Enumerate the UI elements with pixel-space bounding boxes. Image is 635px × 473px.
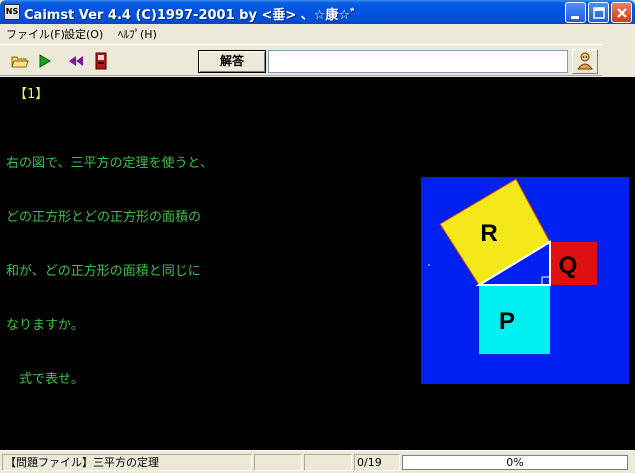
question-line: 和が、どの正方形の面積と同じに (6, 264, 201, 279)
hint-person-icon (577, 52, 593, 70)
label-q: Q (559, 252, 578, 279)
play-icon[interactable] (35, 51, 55, 71)
close-button[interactable] (611, 2, 632, 23)
maximize-button[interactable] (588, 2, 609, 23)
open-folder-icon[interactable] (10, 51, 30, 71)
progress-text: 0% (506, 456, 524, 469)
question-text: 右の図で、三平方の定理を使うと、 どの正方形とどの正方形の面積の 和が、どの正方… (6, 119, 276, 425)
menu-help[interactable]: ﾍﾙﾌﾟ(H) (118, 26, 157, 42)
status-empty-2 (304, 454, 352, 471)
question-line: 右の図で、三平方の定理を使うと、 (6, 156, 213, 171)
answer-input[interactable] (268, 50, 568, 73)
answer-button[interactable]: 解答 (198, 50, 266, 73)
status-file: 【問題ファイル】三平方の定理 (2, 454, 252, 471)
minimize-button[interactable] (565, 2, 586, 23)
label-p: P (499, 308, 515, 335)
status-empty-1 (254, 454, 302, 471)
exit-door-icon[interactable] (91, 51, 111, 71)
pythagoras-figure: R Q P (421, 177, 629, 384)
progress-bar: 0% (402, 455, 628, 470)
hint-button[interactable] (572, 49, 598, 74)
app-icon[interactable]: NS (4, 4, 20, 20)
title-bar[interactable]: NS Caimst Ver 4.4 (C)1997-2001 by <垂> 、☆… (0, 0, 635, 24)
question-number: 【1】 (14, 87, 49, 102)
app-window: NS Caimst Ver 4.4 (C)1997-2001 by <垂> 、☆… (0, 0, 635, 473)
status-bar: 【問題ファイル】三平方の定理 0/19 0% (0, 450, 635, 473)
label-r: R (480, 220, 497, 247)
status-counter: 0/19 (354, 454, 400, 471)
rewind-icon[interactable] (66, 51, 86, 71)
question-area: 【1】 右の図で、三平方の定理を使うと、 どの正方形とどの正方形の面積の 和が、… (0, 77, 635, 450)
question-line: どの正方形とどの正方形の面積の (6, 210, 202, 225)
maximize-icon (593, 7, 605, 19)
menu-settings[interactable]: 設定(O) (64, 26, 103, 42)
question-line: なりますか。 (6, 318, 84, 333)
question-line: 式で表せ。 (6, 372, 85, 387)
close-icon (617, 8, 627, 18)
minimize-icon (571, 16, 579, 19)
toolbar: 解答 (0, 44, 602, 76)
menu-file[interactable]: ファイル(F) (6, 26, 65, 42)
menu-bar: ファイル(F) 設定(O) ﾍﾙﾌﾟ(H) (0, 24, 635, 43)
window-title: Caimst Ver 4.4 (C)1997-2001 by <垂> 、☆康☆゛ (24, 8, 364, 23)
